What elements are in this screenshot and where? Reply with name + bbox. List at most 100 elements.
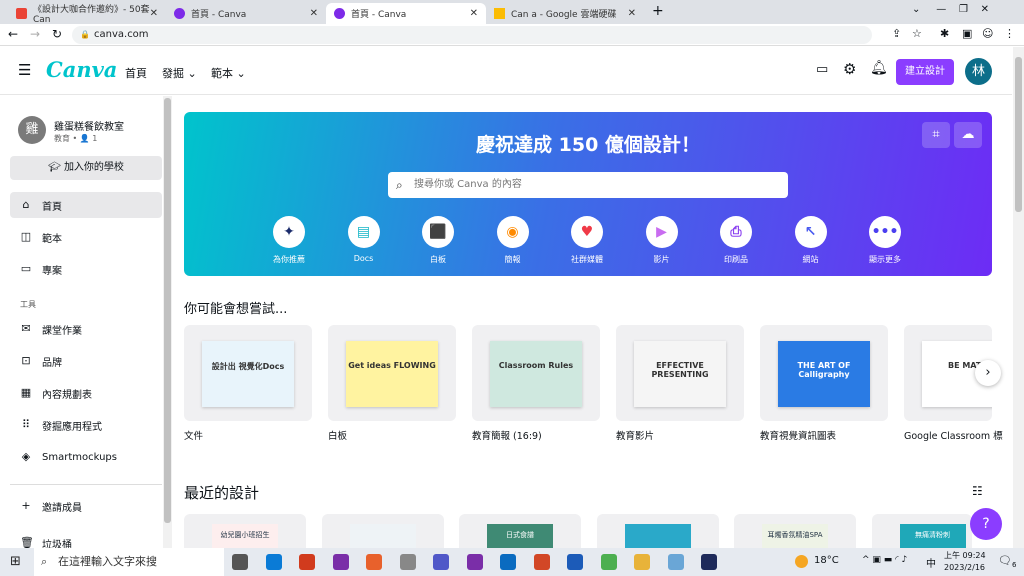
team-avatar[interactable]: 雞 xyxy=(18,116,46,144)
url-input[interactable]: 🔒 canva.com xyxy=(72,26,872,44)
crop-icon[interactable]: ⌗ xyxy=(922,122,950,148)
gmail-icon xyxy=(16,8,27,19)
team-name[interactable]: 雞蛋糕餐飲教室 xyxy=(54,118,124,133)
template-card-label[interactable]: 教育影片 xyxy=(616,428,654,442)
home-icon: ⌂ xyxy=(22,198,30,211)
carousel-next-button[interactable]: › xyxy=(975,360,1001,386)
forward-icon[interactable]: → xyxy=(30,27,40,41)
help-button[interactable]: ? xyxy=(970,508,1002,540)
sidebar-scrollbar[interactable] xyxy=(163,96,172,548)
category-5[interactable]: ▶ 影片 xyxy=(632,216,692,265)
tab-canva-1[interactable]: 首頁 - Canva ✕ xyxy=(166,3,326,24)
category-3[interactable]: ◉ 簡報 xyxy=(483,216,543,265)
tools-heading: 工具 xyxy=(20,300,36,309)
home-icon[interactable] xyxy=(399,554,416,570)
category-6[interactable]: ⎙ 印刷品 xyxy=(706,216,766,265)
avatar[interactable]: 林 xyxy=(965,58,992,85)
weather-temp[interactable]: 18°C xyxy=(814,555,839,566)
list-view-icon[interactable]: ☷ xyxy=(972,484,983,498)
team-meta: 教育 • 👤 1 xyxy=(54,134,98,143)
template-card-label[interactable]: 白板 xyxy=(328,428,347,442)
page-scrollbar[interactable] xyxy=(1013,47,1024,548)
template-card-label[interactable]: 教育簡報 (16:9) xyxy=(472,428,542,442)
upload-icon[interactable]: ☁ xyxy=(954,122,982,148)
sidebar-item-home[interactable]: ⌂ 首頁 xyxy=(10,192,162,218)
outlook-icon[interactable] xyxy=(500,554,516,570)
onenote-icon[interactable] xyxy=(466,554,483,570)
taskbar-search-input[interactable]: ⌕ 在這裡輸入文字來搜 xyxy=(34,548,224,576)
store-icon[interactable] xyxy=(299,554,315,570)
extensions-icon[interactable]: ✱ xyxy=(940,27,949,40)
sidebar-item-classwork[interactable]: ✉ 課堂作業 xyxy=(10,316,162,342)
menu-kebab-icon[interactable]: ⋮ xyxy=(1004,27,1015,40)
photoshop-icon[interactable] xyxy=(701,554,717,570)
tab-canva-active[interactable]: 首頁 - Canva ✕ xyxy=(326,3,486,24)
sidebar-item-templates[interactable]: ◫ 範本 xyxy=(10,224,162,250)
taskview-icon[interactable] xyxy=(232,554,248,570)
minimize-button[interactable]: ⌄ — ❐ ✕ xyxy=(912,4,989,15)
windows-start-icon[interactable]: ⊞ xyxy=(10,554,21,569)
notification-icon[interactable]: 🗨︎6 xyxy=(998,554,1016,569)
tray-icons[interactable]: ^ ▣ ▬ ◜ ♪ xyxy=(862,555,907,565)
template-card-label[interactable]: Google Classroom 標 xyxy=(904,428,1003,442)
sidebar-item-content-planner[interactable]: ▦ 內容規劃表 xyxy=(10,380,162,406)
nav-templates[interactable]: 範本 ⌄ xyxy=(211,65,246,81)
sidepanel-icon[interactable]: ▣ xyxy=(962,27,972,40)
nav-discover[interactable]: 發掘 ⌄ xyxy=(162,65,197,81)
word-icon[interactable] xyxy=(567,554,583,570)
powerpoint-icon[interactable] xyxy=(533,554,550,570)
clock-time[interactable]: 上午 09:24 xyxy=(944,550,986,561)
nav-home[interactable]: 首頁 xyxy=(125,65,147,81)
template-card[interactable]: Get ideas FLOWING xyxy=(328,325,456,421)
template-card-label[interactable]: 教育視覺資訊圖表 xyxy=(760,428,836,442)
create-design-button[interactable]: 建立設計 xyxy=(896,59,954,85)
teams-classic-icon[interactable] xyxy=(332,554,349,570)
close-tab-icon[interactable]: ✕ xyxy=(150,8,158,19)
reload-icon[interactable]: ↻ xyxy=(52,27,62,41)
template-card[interactable]: EFFECTIVE PRESENTING xyxy=(616,325,744,421)
tab-google-drive[interactable]: Can a - Google 雲端硬碟 ✕ xyxy=(486,3,644,24)
close-tab-icon[interactable]: ✕ xyxy=(470,8,478,19)
template-card[interactable]: Classroom Rules xyxy=(472,325,600,421)
search-input[interactable]: ⌕ 搜尋你或 Canva 的內容 xyxy=(388,172,788,198)
canva-logo[interactable]: Canva xyxy=(46,57,117,82)
template-card-label[interactable]: 文件 xyxy=(184,428,203,442)
sidebar-item-smartmockups[interactable]: ◈ Smartmockups xyxy=(10,444,162,470)
bookmark-star-icon[interactable]: ☆ xyxy=(912,27,922,40)
edge-icon[interactable] xyxy=(265,554,282,570)
weather-icon xyxy=(795,555,808,568)
powerpoint-viewer-icon[interactable] xyxy=(366,554,382,570)
category-7[interactable]: ↖ 網站 xyxy=(781,216,841,265)
join-school-button[interactable]: 🎓︎ 加入你的學校 xyxy=(10,156,162,180)
category-1[interactable]: ▤ Docs xyxy=(334,216,394,263)
sidebar-item-apps[interactable]: ⠿ 發掘應用程式 xyxy=(10,412,162,438)
sidebar-item-projects[interactable]: ▭ 專案 xyxy=(10,256,162,282)
clock-date[interactable]: 2023/2/16 xyxy=(944,563,985,572)
back-icon[interactable]: ← xyxy=(8,27,18,41)
template-card[interactable]: THE ART OF Calligraphy xyxy=(760,325,888,421)
file-explorer-icon[interactable] xyxy=(634,554,650,570)
teams-icon[interactable] xyxy=(433,554,449,570)
chrome-icon[interactable] xyxy=(600,554,617,570)
invite-members-button[interactable]: + 邀請成員 xyxy=(10,493,162,519)
template-card[interactable]: 設計出 視覺化Docs xyxy=(184,325,312,421)
hamburger-menu-icon[interactable]: ☰ xyxy=(18,61,31,79)
notepad-icon[interactable] xyxy=(667,554,684,570)
close-tab-icon[interactable]: ✕ xyxy=(628,8,636,19)
new-tab-button[interactable]: + xyxy=(652,3,664,19)
gear-icon[interactable]: ⚙ xyxy=(843,60,856,78)
category-4[interactable]: ♥ 社群媒體 xyxy=(557,216,617,265)
tab-gmail[interactable]: 《設計大咖合作邀約》- 50套Can ✕ xyxy=(8,3,166,25)
sidebar-item-brand[interactable]: ⊡ 品牌 xyxy=(10,348,162,374)
category-2[interactable]: ⬛ 白板 xyxy=(408,216,468,265)
share-icon[interactable]: ⇪ xyxy=(892,27,901,40)
close-tab-icon[interactable]: ✕ xyxy=(310,8,318,19)
category-8[interactable]: ••• 顯示更多 xyxy=(855,216,915,265)
template-thumbnail: EFFECTIVE PRESENTING xyxy=(634,341,726,407)
category-0[interactable]: ✦ 為你推薦 xyxy=(259,216,319,265)
profile-icon[interactable]: ☺ xyxy=(982,27,993,40)
desktop-app-icon[interactable]: ▭ xyxy=(816,62,828,77)
bell-icon[interactable]: 🔔︎ xyxy=(870,60,888,76)
category-icon: ✦ xyxy=(273,216,305,248)
ime-indicator[interactable]: 中 xyxy=(926,555,936,570)
